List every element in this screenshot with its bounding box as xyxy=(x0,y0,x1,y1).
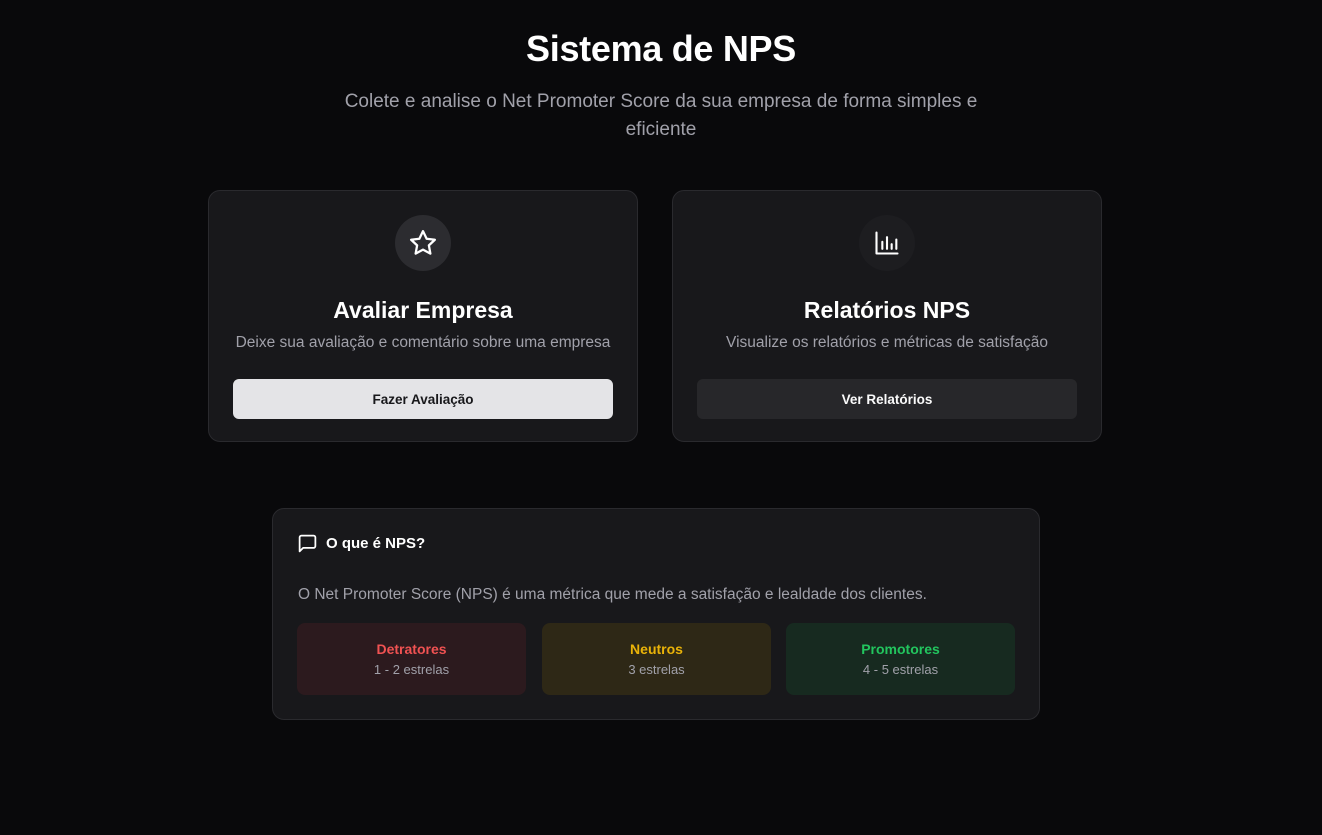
bar-chart-icon xyxy=(875,231,899,255)
nps-info-panel: O que é NPS? O Net Promoter Score (NPS) … xyxy=(272,508,1040,720)
page-title: Sistema de NPS xyxy=(526,28,796,69)
view-reports-button[interactable]: Ver Relatórios xyxy=(697,379,1077,419)
reports-card-description: Visualize os relatórios e métricas de sa… xyxy=(726,334,1048,351)
nps-info-title: O que é NPS? xyxy=(326,535,426,552)
star-icon xyxy=(410,230,436,255)
message-square-icon xyxy=(298,534,317,553)
detractors-box: Detratores 1 - 2 estrelas xyxy=(297,623,526,695)
bar-chart-icon-badge xyxy=(859,215,915,271)
nps-info-text: O Net Promoter Score (NPS) é uma métrica… xyxy=(298,586,927,603)
evaluate-card-title: Avaliar Empresa xyxy=(333,297,513,323)
passives-box: Neutros 3 estrelas xyxy=(542,623,771,695)
evaluate-company-card: Avaliar Empresa Deixe sua avaliação e co… xyxy=(208,190,638,442)
promoters-label: Promotores xyxy=(861,641,940,657)
evaluate-card-description: Deixe sua avaliação e comentário sobre u… xyxy=(235,334,611,351)
page-subtitle: Colete e analise o Net Promoter Score da… xyxy=(344,91,978,140)
passives-label: Neutros xyxy=(630,641,683,657)
nps-info-header: O que é NPS? xyxy=(297,533,425,554)
reports-card-title: Relatórios NPS xyxy=(803,297,971,323)
promoters-range: 4 - 5 estrelas xyxy=(862,662,939,677)
make-evaluation-button[interactable]: Fazer Avaliação xyxy=(233,379,613,419)
detractors-label: Detratores xyxy=(376,641,447,657)
nps-reports-card: Relatórios NPS Visualize os relatórios e… xyxy=(672,190,1102,442)
star-icon-badge xyxy=(395,215,451,271)
home-page: Sistema de NPS Colete e analise o Net Pr… xyxy=(0,0,1322,835)
detractors-range: 1 - 2 estrelas xyxy=(373,662,450,677)
promoters-box: Promotores 4 - 5 estrelas xyxy=(786,623,1015,695)
passives-range: 3 estrelas xyxy=(628,662,685,677)
